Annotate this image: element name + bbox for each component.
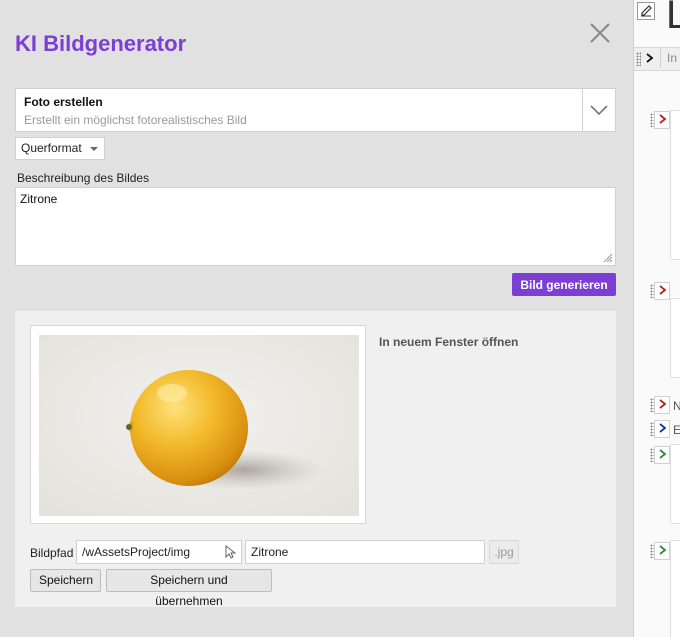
lemon-photo [39, 335, 359, 516]
expand-row-toggle[interactable] [654, 420, 670, 438]
save-and-apply-button[interactable]: Speichern und übernehmen [106, 569, 272, 608]
editor-row-text: N [673, 399, 680, 413]
description-textarea[interactable]: Zitrone [15, 187, 616, 266]
expand-row-toggle[interactable] [654, 282, 670, 300]
generated-image-frame [30, 325, 366, 524]
save-button[interactable]: Speichern [30, 569, 101, 592]
mode-title: Foto erstellen [24, 95, 103, 109]
file-name-input[interactable]: Zitrone [245, 540, 485, 564]
mode-description: Erstellt ein möglichst fotorealistisches… [24, 113, 247, 127]
chevron-right-icon [659, 423, 667, 433]
chevron-right-icon [659, 114, 667, 124]
open-in-new-window-link[interactable]: In neuem Fenster öffnen [379, 335, 518, 349]
generate-image-button[interactable]: Bild generieren [512, 273, 616, 296]
expand-row-toggle[interactable] [654, 396, 670, 414]
image-path-value: /wAssetsProject/img [82, 545, 191, 559]
editor-block [670, 298, 680, 378]
resize-handle-icon[interactable] [603, 253, 613, 263]
editor-block [670, 444, 680, 524]
background-editor: L In N E [633, 0, 680, 637]
mouse-cursor-icon [225, 545, 237, 559]
mode-select[interactable]: Foto erstellen Erstellt ein möglichst fo… [15, 88, 616, 132]
format-select[interactable]: Querformat [15, 137, 105, 160]
chevron-down-icon [590, 105, 608, 116]
editor-row-label: In [667, 51, 678, 65]
generated-image[interactable] [39, 335, 359, 516]
close-button[interactable] [587, 20, 613, 46]
editor-block [670, 110, 680, 260]
image-path-input[interactable]: /wAssetsProject/img [76, 540, 242, 564]
description-label: Beschreibung des Bildes [17, 171, 150, 185]
expand-row-toggle[interactable] [654, 446, 670, 464]
chevron-right-icon [659, 399, 667, 409]
editor-block [670, 540, 680, 637]
file-extension: .jpg [489, 540, 519, 564]
mode-dropdown-toggle[interactable] [582, 89, 615, 131]
caret-down-icon [90, 147, 98, 151]
image-path-label: Bildpfad [30, 546, 74, 560]
chevron-right-icon [659, 449, 667, 459]
result-panel: In neuem Fenster öffnen Bildpfad /wAsset… [15, 311, 616, 608]
drag-handle-icon[interactable] [636, 52, 641, 66]
format-selected-value: Querformat [21, 141, 82, 155]
editor-row-text: E [673, 423, 680, 437]
ki-bildgenerator-dialog: KI Bildgenerator Foto erstellen Erstellt… [0, 0, 633, 637]
chevron-right-icon[interactable] [646, 53, 654, 63]
dialog-title: KI Bildgenerator [15, 31, 187, 56]
edit-pencil-icon[interactable] [637, 2, 655, 20]
chevron-right-icon [659, 545, 667, 555]
editor-heading-fragment: L [666, 0, 680, 37]
editor-toolbar-row: In [634, 47, 680, 71]
expand-row-toggle[interactable] [654, 542, 670, 560]
chevron-right-icon [659, 285, 667, 295]
expand-row-toggle[interactable] [654, 111, 670, 129]
close-icon [590, 23, 610, 43]
